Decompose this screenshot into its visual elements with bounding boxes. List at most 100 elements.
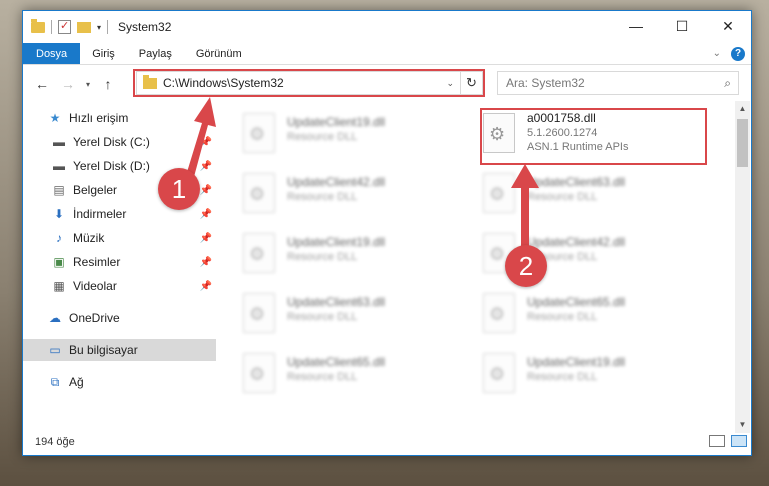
step-1-badge: 1	[158, 168, 200, 210]
pin-icon[interactable]: 📌	[200, 281, 212, 292]
view-switcher	[709, 435, 747, 447]
maximize-button[interactable]: ☐	[659, 11, 705, 41]
scroll-thumb[interactable]	[737, 119, 748, 167]
navigation-bar: ← → ▾ ↑ C:\Windows\System32 ⌄ ↻ Ara: Sys…	[23, 69, 751, 99]
dll-file-icon	[243, 113, 275, 153]
sidebar-item-label: OneDrive	[69, 311, 120, 325]
documents-icon: ▤	[53, 183, 65, 197]
folder-icon	[31, 18, 45, 33]
title-bar: ▾ System32 — ☐ ✕	[23, 11, 751, 43]
file-description: Resource DLL	[287, 371, 358, 383]
file-description: Resource DLL	[287, 251, 358, 263]
file-name: UpdateClient19.dll	[287, 235, 386, 249]
file-item[interactable]: UpdateClient63.dll Resource DLL	[243, 291, 463, 339]
pin-icon[interactable]: 📌	[200, 209, 212, 220]
file-item[interactable]: UpdateClient19.dll Resource DLL	[243, 231, 463, 279]
file-item[interactable]: UpdateClient19.dll Resource DLL	[483, 351, 703, 399]
sidebar-item-onedrive[interactable]: ☁ OneDrive	[23, 307, 216, 329]
sidebar-item-videos[interactable]: ▦ Videolar 📌	[23, 275, 216, 297]
dll-file-icon	[243, 173, 275, 213]
file-name: UpdateClient65.dll	[287, 355, 386, 369]
pin-icon[interactable]: 📌	[200, 257, 212, 268]
tab-share[interactable]: Paylaş	[127, 43, 184, 64]
item-count: 194 öğe	[35, 436, 75, 448]
ribbon-right: ⌄ ?	[713, 43, 751, 64]
computer-icon: ▭	[49, 343, 61, 357]
file-item[interactable]: UpdateClient42.dll Resource DLL	[243, 171, 463, 219]
close-button[interactable]: ✕	[705, 11, 751, 41]
sidebar-item-label: İndirmeler	[73, 207, 127, 221]
search-icon: ⌕	[724, 75, 731, 90]
drive-icon: ▬	[53, 159, 65, 173]
sidebar-item-label: Bu bilgisayar	[69, 343, 138, 357]
minimize-button[interactable]: —	[613, 11, 659, 41]
divider	[107, 20, 109, 34]
address-highlight-box	[133, 69, 485, 97]
music-icon: ♪	[56, 231, 62, 245]
explorer-window: ▾ System32 — ☐ ✕ Dosya Giriş Paylaş Görü…	[22, 10, 752, 456]
target-file-highlight-box	[480, 108, 707, 165]
window-title: System32	[118, 20, 172, 34]
download-icon: ⬇	[53, 207, 65, 221]
tab-file[interactable]: Dosya	[23, 43, 81, 64]
file-name: UpdateClient42.dll	[287, 175, 386, 189]
sidebar-item-label: Resimler	[73, 255, 121, 269]
step-2-badge: 2	[505, 245, 547, 287]
tab-view[interactable]: Görünüm	[184, 43, 254, 64]
forward-arrow-icon[interactable]: →	[55, 76, 81, 92]
file-description: Resource DLL	[287, 191, 358, 203]
dll-file-icon	[483, 293, 515, 333]
sidebar-item-label: Yerel Disk (D:)	[73, 159, 150, 173]
customize-quick-access-chevron-icon[interactable]: ▾	[97, 23, 101, 32]
dll-file-icon	[243, 353, 275, 393]
back-arrow-icon[interactable]: ←	[29, 76, 55, 92]
tiles-view-icon[interactable]	[731, 435, 747, 447]
cloud-icon: ☁	[49, 311, 61, 325]
window-controls: — ☐ ✕	[613, 11, 751, 41]
file-name: UpdateClient19.dll	[287, 115, 386, 129]
sidebar-item-label: Belgeler	[73, 183, 118, 197]
help-icon[interactable]: ?	[731, 46, 745, 61]
file-name: UpdateClient63.dll	[287, 295, 386, 309]
drive-icon: ▬	[53, 135, 65, 149]
expand-ribbon-chevron-icon[interactable]: ⌄	[713, 48, 721, 59]
properties-icon[interactable]	[58, 19, 71, 34]
dll-file-icon	[243, 233, 275, 273]
file-name: UpdateClient19.dll	[527, 355, 626, 369]
up-arrow-icon[interactable]: ↑	[95, 76, 121, 92]
network-icon: ⧉	[50, 374, 60, 389]
tab-home[interactable]: Giriş	[80, 43, 127, 64]
dll-file-icon	[483, 353, 515, 393]
file-item[interactable]: UpdateClient65.dll Resource DLL	[243, 351, 463, 399]
sidebar-item-label: Videolar	[73, 279, 117, 293]
scroll-down-icon[interactable]: ▼	[735, 417, 750, 433]
file-description: Resource DLL	[287, 131, 358, 143]
dll-file-icon	[243, 293, 275, 333]
quick-access-toolbar: ▾	[31, 18, 109, 34]
vertical-scrollbar[interactable]: ▲ ▼	[735, 101, 750, 433]
file-description: Resource DLL	[527, 311, 598, 323]
star-icon: ★	[49, 111, 61, 125]
sidebar-item-label: Müzik	[73, 231, 105, 245]
recent-locations-chevron-icon[interactable]: ▾	[81, 80, 95, 89]
file-name: UpdateClient65.dll	[527, 295, 626, 309]
sidebar-item-pictures[interactable]: ▣ Resimler 📌	[23, 251, 216, 273]
sidebar-item-this-pc[interactable]: ▭ Bu bilgisayar	[23, 339, 216, 361]
file-item[interactable]: UpdateClient19.dll Resource DLL	[243, 111, 463, 159]
video-icon: ▦	[53, 279, 65, 293]
ribbon-tabs: Dosya Giriş Paylaş Görünüm ⌄ ?	[23, 43, 751, 65]
new-folder-icon[interactable]	[77, 21, 91, 33]
pin-icon[interactable]: 📌	[200, 233, 212, 244]
sidebar-item-label: Ağ	[69, 375, 84, 389]
sidebar-item-label: Yerel Disk (C:)	[73, 135, 150, 149]
sidebar-item-label: Hızlı erişim	[69, 111, 129, 125]
sidebar-item-music[interactable]: ♪ Müzik 📌	[23, 227, 216, 249]
details-view-icon[interactable]	[709, 435, 725, 447]
pictures-icon: ▣	[53, 255, 65, 269]
scroll-up-icon[interactable]: ▲	[735, 101, 750, 117]
divider	[51, 20, 52, 34]
file-description: Resource DLL	[287, 311, 358, 323]
search-input[interactable]: Ara: System32 ⌕	[497, 71, 739, 95]
sidebar-item-network[interactable]: ⧉ Ağ	[23, 371, 216, 393]
file-item[interactable]: UpdateClient65.dll Resource DLL	[483, 291, 703, 339]
